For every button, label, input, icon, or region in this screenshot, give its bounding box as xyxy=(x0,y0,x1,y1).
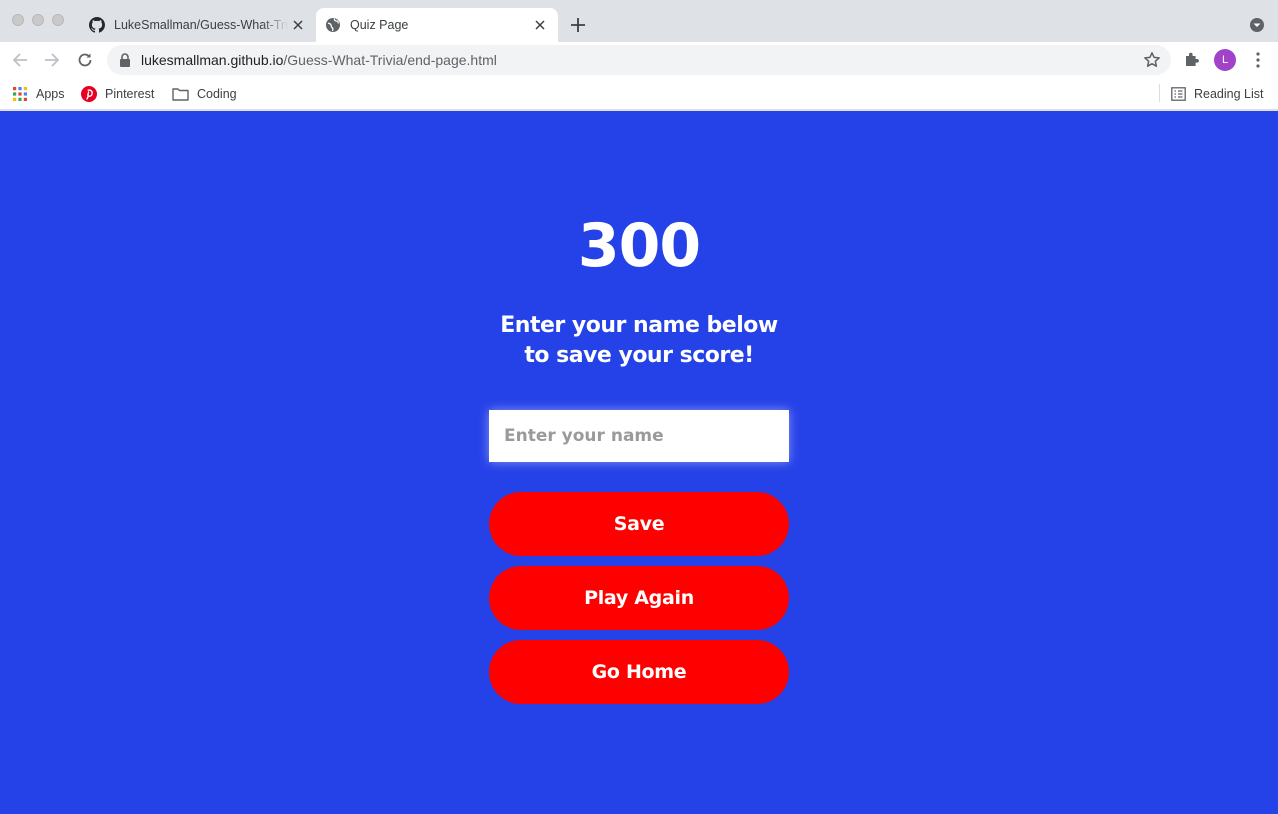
new-tab-button[interactable] xyxy=(566,13,590,37)
bookmark-apps[interactable]: Apps xyxy=(12,83,65,105)
window-minimize-button[interactable] xyxy=(32,14,44,26)
prompt-line-2: to save your score! xyxy=(524,343,754,368)
tab-strip: LukeSmallman/Guess-What-Trivia Quiz Page xyxy=(0,0,1278,42)
lock-icon xyxy=(120,53,130,67)
bookmarks-divider xyxy=(1159,84,1160,102)
bookmarks-bar: Apps Pinterest Coding Reading List xyxy=(0,78,1278,110)
bookmark-folder-coding[interactable]: Coding xyxy=(172,83,237,105)
profile-avatar[interactable]: L xyxy=(1214,49,1236,71)
prompt-line-1: Enter your name below xyxy=(500,313,778,338)
bookmark-label: Apps xyxy=(36,87,65,101)
end-page: 300 Enter your name below to save your s… xyxy=(0,111,1278,814)
pinterest-icon xyxy=(81,86,97,102)
go-home-button[interactable]: Go Home xyxy=(489,640,789,704)
tab-quiz-page[interactable]: Quiz Page xyxy=(316,8,558,42)
window-close-button[interactable] xyxy=(12,14,24,26)
bookmark-label: Coding xyxy=(197,87,237,101)
save-score-prompt: Enter your name below to save your score… xyxy=(439,311,839,371)
tab-title: Quiz Page xyxy=(350,18,409,32)
extensions-puzzle-icon[interactable] xyxy=(1183,51,1201,69)
reading-list-icon xyxy=(1171,87,1186,101)
reload-button[interactable] xyxy=(73,48,97,72)
tab-search-button[interactable] xyxy=(1248,16,1266,34)
chevron-down-circle-icon xyxy=(1250,18,1264,32)
reading-list-button[interactable]: Reading List xyxy=(1171,83,1264,105)
github-icon xyxy=(89,17,105,33)
forward-button[interactable] xyxy=(40,48,64,72)
bookmark-pinterest[interactable]: Pinterest xyxy=(81,83,154,105)
browser-toolbar: lukesmallman.github.io/Guess-What-Trivia… xyxy=(0,42,1278,78)
reload-icon xyxy=(78,53,92,67)
bookmark-star-icon[interactable] xyxy=(1143,51,1161,69)
plus-icon xyxy=(571,18,585,32)
url-path: /Guess-What-Trivia/end-page.html xyxy=(283,52,497,68)
play-again-button[interactable]: Play Again xyxy=(489,566,789,630)
final-score: 300 xyxy=(577,211,701,281)
folder-icon xyxy=(172,88,189,101)
reading-list-label: Reading List xyxy=(1194,87,1264,101)
arrow-right-icon xyxy=(45,53,60,67)
back-button[interactable] xyxy=(8,48,32,72)
globe-icon xyxy=(326,18,340,32)
browser-menu-icon[interactable] xyxy=(1250,50,1266,70)
bookmark-label: Pinterest xyxy=(105,87,155,101)
apps-grid-icon xyxy=(13,87,27,101)
name-input[interactable] xyxy=(489,410,789,462)
save-button[interactable]: Save xyxy=(489,492,789,556)
window-zoom-button[interactable] xyxy=(52,14,64,26)
arrow-left-icon xyxy=(12,53,27,67)
close-tab-icon[interactable] xyxy=(288,15,308,35)
address-bar[interactable]: lukesmallman.github.io/Guess-What-Trivia… xyxy=(107,45,1171,75)
tab-title: LukeSmallman/Guess-What-Trivia xyxy=(114,18,288,32)
url-host: lukesmallman.github.io xyxy=(141,52,284,68)
close-tab-icon[interactable] xyxy=(530,15,550,35)
url-text: lukesmallman.github.io/Guess-What-Trivia… xyxy=(141,52,497,68)
tab-github-repo[interactable]: LukeSmallman/Guess-What-Trivia xyxy=(80,8,316,42)
